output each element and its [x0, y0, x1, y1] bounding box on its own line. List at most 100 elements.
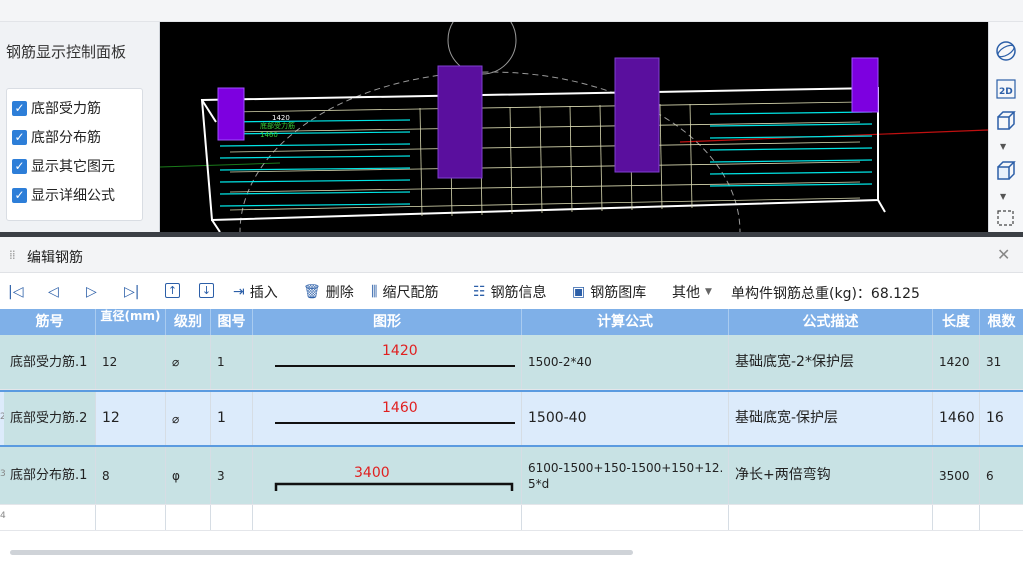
chevron-down-icon[interactable]: ▼ [1000, 142, 1006, 151]
col-header-shape: 图形 [253, 309, 522, 335]
cell-grade[interactable] [166, 505, 211, 530]
rebar-cyan-bars [219, 111, 873, 207]
svg-text:2D: 2D [999, 87, 1013, 97]
cell-description[interactable] [729, 505, 933, 530]
col-header-length: 长度 [933, 309, 980, 335]
cell-formula[interactable] [522, 505, 729, 530]
3d-box-icon[interactable] [993, 108, 1019, 134]
view-toolbar: 2D ▼ ▼ [988, 22, 1023, 232]
scale-rebar-button[interactable]: ⫼ 缩尺配筋 [371, 283, 438, 301]
cell-count[interactable]: 6 [980, 447, 1023, 504]
option-bottom-dist-rebar[interactable]: ✓ 底部分布筋 [12, 127, 101, 147]
viewport-label-1460: 1460 [260, 131, 278, 139]
shape-dimension-label: 3400 [354, 465, 390, 481]
cell-bar-no[interactable]: 底部受力筋.1 [4, 335, 96, 389]
cell-diameter[interactable]: 8 [96, 447, 166, 504]
shape-dimension-label: 1420 [382, 343, 418, 359]
cell-figure[interactable] [211, 505, 253, 530]
cell-shape[interactable]: 1460 [253, 392, 522, 445]
dashed-box-icon[interactable] [993, 204, 1019, 230]
cell-grade[interactable]: ⌀ [166, 335, 211, 389]
cell-figure[interactable]: 3 [211, 447, 253, 504]
hooked-bar-shape [274, 482, 514, 491]
checkbox-checked-icon[interactable]: ✓ [12, 100, 27, 116]
col-header-figure: 图号 [211, 309, 253, 335]
chevron-down-icon[interactable]: ▼ [1000, 192, 1006, 201]
cell-length[interactable]: 1460 [933, 392, 980, 445]
checkbox-checked-icon[interactable]: ✓ [12, 187, 27, 203]
first-record-icon[interactable]: |◁ [8, 284, 23, 300]
3d-solid-icon[interactable] [993, 158, 1019, 184]
orbit-icon[interactable] [993, 38, 1019, 64]
col-header-count: 根数 [987, 314, 1016, 330]
option-label: 显示其它图元 [31, 159, 115, 175]
last-record-icon[interactable]: ▷| [124, 284, 139, 300]
next-record-icon[interactable]: ▷ [86, 284, 97, 300]
insert-icon: ⇥ [233, 284, 245, 300]
edit-toolbar: |◁ ◁ ▷ ▷| ↑ ↓ ⇥ 插入 🗑 删除 ⫼ 缩尺配筋 ☷ 钢筋信息 ▣ 钢筋图库 … [0, 273, 1023, 309]
straight-bar-shape [275, 365, 515, 367]
option-label: 底部分布筋 [31, 130, 101, 146]
viewport-label-1420: 1420 [272, 114, 290, 122]
3d-viewport[interactable]: 1420 底部受力筋 1460 [160, 22, 988, 232]
option-label: 底部受力筋 [31, 101, 101, 117]
table-row[interactable]: 3 底部分布筋.1 8 φ 3 3400 6100-1500+150-1500+… [0, 447, 1023, 505]
checkbox-checked-icon[interactable]: ✓ [12, 129, 27, 145]
top-strip [0, 0, 1023, 22]
cell-count[interactable]: 16 [980, 392, 1023, 445]
drag-grip-icon[interactable]: ⁞⁞ [9, 248, 16, 262]
cell-description[interactable]: 基础底宽-2*保护层 [729, 335, 933, 389]
rebar-3d-scene: 1420 底部受力筋 1460 [160, 22, 988, 232]
table-row-selected[interactable]: 2 底部受力筋.2 12 ⌀ 1 1460 1500-40 基础底宽-保护层 1… [0, 390, 1023, 447]
prev-record-icon[interactable]: ◁ [48, 284, 59, 300]
slab-frame [200, 86, 886, 232]
cell-bar-no[interactable] [4, 505, 96, 530]
cell-diameter[interactable]: 12 [96, 335, 166, 389]
info-list-icon: ☷ [473, 284, 486, 300]
rebar-library-button[interactable]: ▣ 钢筋图库 [572, 283, 646, 301]
cell-grade[interactable]: φ [166, 447, 211, 504]
move-down-icon[interactable]: ↓ [199, 283, 214, 298]
cell-diameter[interactable]: 12 [96, 392, 166, 445]
cell-formula[interactable]: 6100-1500+150-1500+150+12.5*d [522, 447, 729, 504]
cell-length[interactable] [933, 505, 980, 530]
cell-formula[interactable]: 1500-2*40 [522, 335, 729, 389]
col-header-description: 公式描述 [729, 309, 933, 335]
cell-shape[interactable]: 1420 [253, 335, 522, 389]
cell-figure[interactable]: 1 [211, 392, 253, 445]
control-panel-title: 钢筋显示控制面板 [6, 43, 127, 61]
cell-formula[interactable]: 1500-40 [522, 392, 729, 445]
2d-view-icon[interactable]: 2D [993, 76, 1019, 102]
cell-shape[interactable]: 3400 [253, 447, 522, 504]
table-row-empty[interactable]: 4 [0, 505, 1023, 531]
total-weight-label: 单构件钢筋总重(kg)：68.125 [731, 286, 920, 302]
cell-length[interactable]: 3500 [933, 447, 980, 504]
horizontal-scrollbar[interactable] [10, 550, 633, 555]
cell-bar-no[interactable]: 底部分布筋.1 [4, 447, 96, 504]
close-icon[interactable]: ✕ [997, 245, 1010, 264]
trash-icon: 🗑 [303, 284, 321, 300]
table-header: 筋号 直径(mm) 级别 图号 图形 计算公式 公式描述 长度 根数 [0, 309, 1023, 335]
straight-bar-shape [275, 422, 515, 424]
cell-count[interactable]: 31 [980, 335, 1023, 389]
move-up-icon[interactable]: ↑ [165, 283, 180, 298]
option-show-detailed-formula[interactable]: ✓ 显示详细公式 [12, 185, 115, 205]
rebar-info-button[interactable]: ☷ 钢筋信息 [473, 283, 547, 301]
cell-count[interactable] [980, 505, 1023, 530]
cell-length[interactable]: 1420 [933, 335, 980, 389]
checkbox-checked-icon[interactable]: ✓ [12, 158, 27, 174]
cell-figure[interactable]: 1 [211, 335, 253, 389]
col-header-grade: 级别 [166, 309, 211, 335]
delete-button[interactable]: 🗑 删除 [303, 283, 354, 301]
cell-diameter[interactable] [96, 505, 166, 530]
cell-bar-no[interactable]: 底部受力筋.2 [4, 392, 96, 445]
cell-description[interactable]: 净长+两倍弯钩 [729, 447, 933, 504]
insert-button[interactable]: ⇥ 插入 [233, 283, 278, 301]
cell-grade[interactable]: ⌀ [166, 392, 211, 445]
option-bottom-main-rebar[interactable]: ✓ 底部受力筋 [12, 98, 101, 118]
cell-shape[interactable] [253, 505, 522, 530]
other-dropdown[interactable]: 其他 ▼ [672, 283, 712, 301]
option-show-other-elements[interactable]: ✓ 显示其它图元 [12, 156, 115, 176]
table-row[interactable]: 底部受力筋.1 12 ⌀ 1 1420 1500-2*40 基础底宽-2*保护层… [0, 335, 1023, 390]
cell-description[interactable]: 基础底宽-保护层 [729, 392, 933, 445]
